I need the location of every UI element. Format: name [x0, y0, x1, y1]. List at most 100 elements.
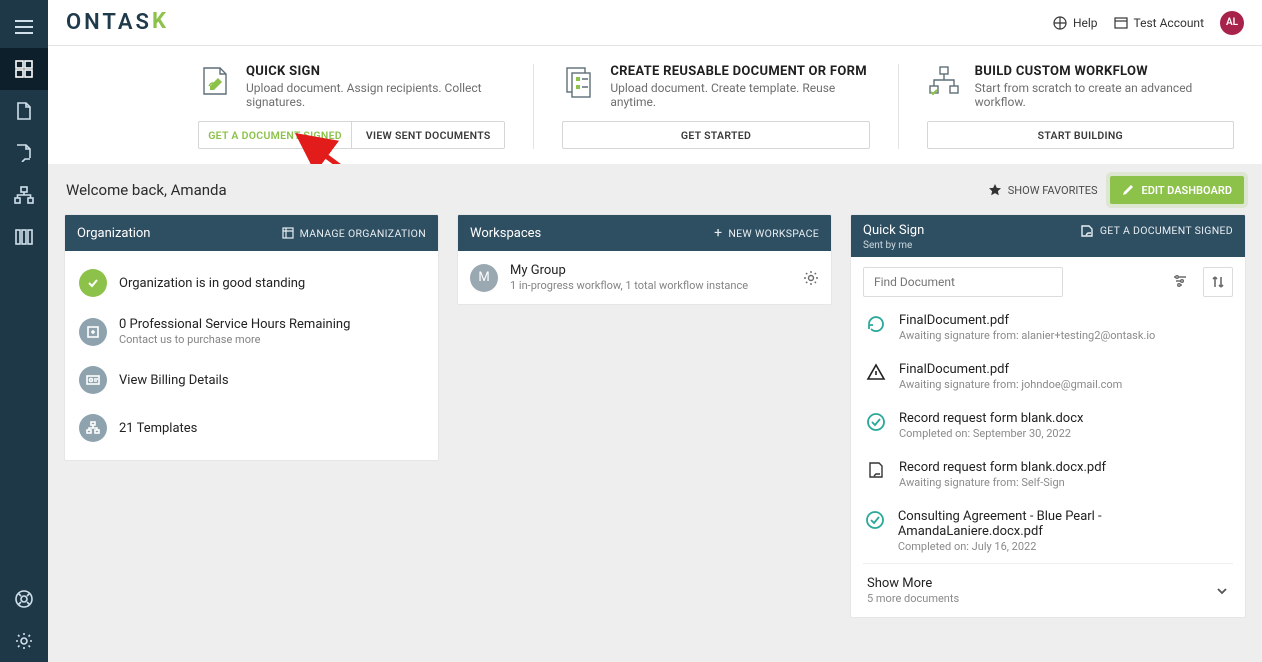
logo-text: ONTAS [66, 10, 152, 35]
org-item-title: 21 Templates [119, 421, 197, 436]
card-subtitle: Upload document. Assign recipients. Coll… [246, 81, 505, 109]
workspace-title: My Group [510, 263, 748, 278]
workspace-badge: M [470, 264, 498, 292]
document-subtitle: Awaiting signature from: johndoe@gmail.c… [899, 378, 1122, 391]
document-subtitle: Awaiting signature from: alanier+testing… [899, 329, 1155, 342]
columns-icon[interactable] [0, 216, 48, 258]
card-title: CREATE REUSABLE DOCUMENT OR FORM [610, 64, 869, 79]
workspace-subtitle: 1 in-progress workflow, 1 total workflow… [510, 279, 748, 292]
documents-icon[interactable] [0, 90, 48, 132]
card-quick-sign: QUICK SIGN Upload document. Assign recip… [198, 64, 505, 149]
document-row[interactable]: Record request form blank.docx.pdfAwaiti… [863, 450, 1233, 499]
account-label: Test Account [1134, 16, 1204, 30]
action-cards: QUICK SIGN Upload document. Assign recip… [48, 46, 1262, 170]
card-workflow: BUILD CUSTOM WORKFLOW Start from scratch… [927, 64, 1234, 149]
card-title: QUICK SIGN [246, 64, 505, 79]
document-title: Record request form blank.docx.pdf [899, 460, 1106, 475]
document-subtitle: Completed on: July 16, 2022 [898, 540, 1231, 553]
reusable-doc-icon [562, 64, 596, 98]
menu-icon[interactable] [0, 6, 48, 48]
filter-icon[interactable] [1173, 274, 1187, 288]
account-link[interactable]: Test Account [1114, 16, 1204, 30]
support-icon[interactable] [0, 578, 48, 620]
dashboard-icon[interactable] [0, 48, 48, 90]
topbar: ONTASK Help Test Account AL [48, 0, 1262, 46]
document-row[interactable]: FinalDocument.pdfAwaiting signature from… [863, 352, 1233, 401]
new-workspace-button[interactable]: + NEW WORKSPACE [714, 227, 819, 240]
billing-icon [79, 366, 107, 394]
find-document-input[interactable] [863, 267, 1063, 297]
manage-organization-label: MANAGE ORGANIZATION [300, 227, 426, 240]
show-favorites-label: SHOW FAVORITES [1008, 184, 1098, 197]
manage-organization-button[interactable]: MANAGE ORGANIZATION [282, 227, 426, 240]
edit-dashboard-label: EDIT DASHBOARD [1142, 184, 1232, 197]
org-item[interactable]: Organization is in good standing [65, 259, 438, 307]
org-chart-icon[interactable] [0, 174, 48, 216]
document-row[interactable]: Consulting Agreement - Blue Pearl - Aman… [863, 499, 1233, 563]
show-more-subtitle: 5 more documents [867, 592, 959, 605]
org-item-title: 0 Professional Service Hours Remaining [119, 317, 350, 332]
document-title: FinalDocument.pdf [899, 362, 1122, 377]
start-building-button[interactable]: START BUILDING [927, 121, 1234, 149]
sent-by-label: Sent by me [863, 240, 1233, 251]
divider [533, 64, 534, 149]
sign-icon[interactable] [0, 132, 48, 174]
settings-icon[interactable] [0, 620, 48, 662]
hours-icon [79, 318, 107, 346]
org-item[interactable]: View Billing Details [65, 356, 438, 404]
templates-icon [79, 414, 107, 442]
logo: ONTASK [66, 10, 169, 35]
chevron-down-icon [1215, 584, 1229, 598]
document-subtitle: Awaiting signature from: Self-Sign [899, 476, 1106, 489]
card-subtitle: Upload document. Create template. Reuse … [610, 81, 869, 109]
show-favorites-button[interactable]: SHOW FAVORITES [988, 183, 1098, 197]
help-link[interactable]: Help [1053, 16, 1098, 30]
quick-sign-panel: Quick Sign GET A DOCUMENT SIGNED Sent by… [850, 214, 1246, 618]
org-item-subtitle: Contact us to purchase more [119, 333, 350, 346]
document-row[interactable]: FinalDocument.pdfAwaiting signature from… [863, 303, 1233, 352]
org-item-title: Organization is in good standing [119, 276, 305, 291]
org-item[interactable]: 0 Professional Service Hours RemainingCo… [65, 307, 438, 356]
check-icon [79, 269, 107, 297]
workspaces-panel: Workspaces + NEW WORKSPACE M My Group1 in… [457, 214, 832, 305]
status-icon [865, 460, 887, 479]
status-icon [865, 509, 886, 530]
org-item[interactable]: 21 Templates [65, 404, 438, 452]
show-more-title: Show More [867, 576, 959, 591]
main: Welcome back, Amanda SHOW FAVORITES EDIT… [48, 164, 1262, 662]
status-icon [865, 411, 887, 432]
document-row[interactable]: Record request form blank.docxCompleted … [863, 401, 1233, 450]
card-reusable: CREATE REUSABLE DOCUMENT OR FORM Upload … [562, 64, 869, 149]
document-title: Consulting Agreement - Blue Pearl - Aman… [898, 509, 1231, 539]
get-document-signed-button[interactable]: GET A DOCUMENT SIGNED [198, 121, 352, 149]
view-sent-documents-button[interactable]: VIEW SENT DOCUMENTS [352, 121, 505, 149]
quick-sign-icon [198, 64, 232, 98]
edit-dashboard-button[interactable]: EDIT DASHBOARD [1110, 176, 1244, 204]
workspace-item[interactable]: M My Group1 in-progress workflow, 1 total… [470, 263, 819, 292]
left-rail [0, 0, 48, 662]
logo-accent: K [152, 9, 169, 34]
panel-title: Quick Sign [863, 223, 924, 238]
get-document-signed-link[interactable]: GET A DOCUMENT SIGNED [1080, 224, 1233, 237]
panel-title: Organization [77, 226, 150, 241]
org-item-title: View Billing Details [119, 373, 229, 388]
document-subtitle: Completed on: September 30, 2022 [899, 427, 1083, 440]
divider [898, 64, 899, 149]
get-started-button[interactable]: GET STARTED [562, 121, 869, 149]
status-icon [865, 313, 887, 334]
document-title: Record request form blank.docx [899, 411, 1083, 426]
avatar-initials: AL [1226, 17, 1238, 28]
new-workspace-label: NEW WORKSPACE [728, 227, 819, 240]
card-subtitle: Start from scratch to create an advanced… [975, 81, 1234, 109]
organization-panel: Organization MANAGE ORGANIZATION Organiz… [64, 214, 439, 461]
sort-button[interactable] [1203, 267, 1233, 297]
gear-icon[interactable] [803, 270, 819, 286]
panel-title: Workspaces [470, 226, 541, 241]
workflow-icon [927, 64, 961, 98]
card-title: BUILD CUSTOM WORKFLOW [975, 64, 1234, 79]
welcome-text: Welcome back, Amanda [66, 181, 227, 199]
status-icon [865, 362, 887, 383]
get-document-signed-label: GET A DOCUMENT SIGNED [1100, 224, 1233, 237]
show-more-button[interactable]: Show More 5 more documents [863, 563, 1233, 617]
avatar[interactable]: AL [1220, 11, 1244, 35]
